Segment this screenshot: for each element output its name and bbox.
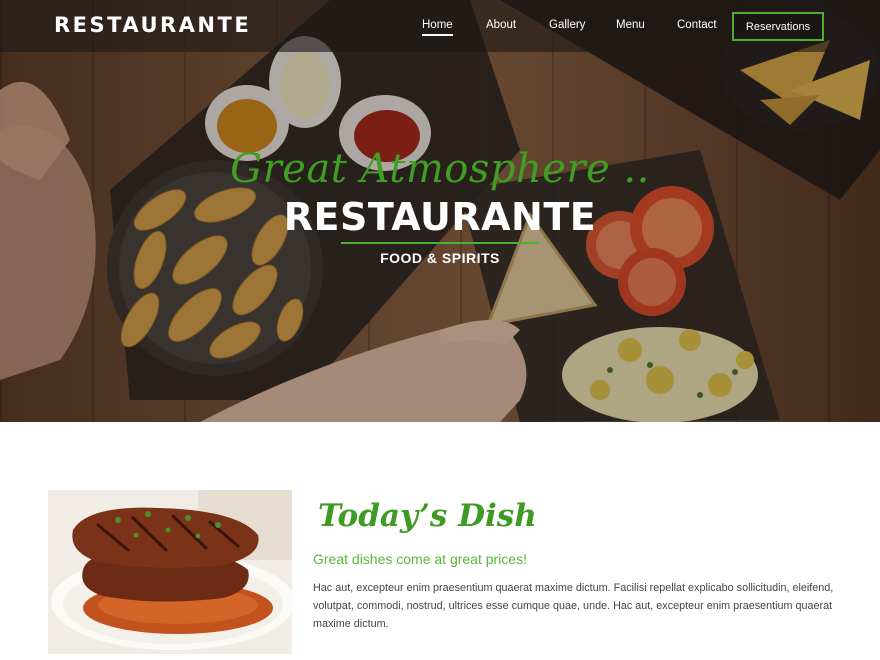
dish-photo bbox=[48, 490, 292, 654]
brand-logo[interactable]: RESTAURANTE bbox=[54, 13, 251, 37]
nav-about[interactable]: About bbox=[486, 19, 516, 31]
nav-contact[interactable]: Contact bbox=[677, 19, 717, 31]
hero-title: RESTAURANTE bbox=[283, 195, 597, 239]
nav-home[interactable]: Home bbox=[422, 19, 453, 36]
hero-banner: RESTAURANTE Home About Gallery Menu Cont… bbox=[0, 0, 880, 422]
dish-title: Today’s Dish bbox=[318, 498, 537, 534]
top-navbar: RESTAURANTE Home About Gallery Menu Cont… bbox=[0, 0, 880, 52]
hero-script-heading: Great Atmosphere .. bbox=[230, 146, 650, 192]
dish-tagline: Great dishes come at great prices! bbox=[313, 551, 527, 567]
nav-gallery[interactable]: Gallery bbox=[549, 19, 585, 31]
hero-subtitle: FOOD & SPIRITS bbox=[380, 250, 500, 266]
hero-divider bbox=[341, 242, 539, 244]
dish-description: Hac aut, excepteur enim praesentium quae… bbox=[313, 582, 834, 630]
steak-image bbox=[48, 490, 292, 654]
nav-menu[interactable]: Menu bbox=[616, 19, 645, 31]
reservations-button[interactable]: Reservations bbox=[732, 12, 824, 41]
